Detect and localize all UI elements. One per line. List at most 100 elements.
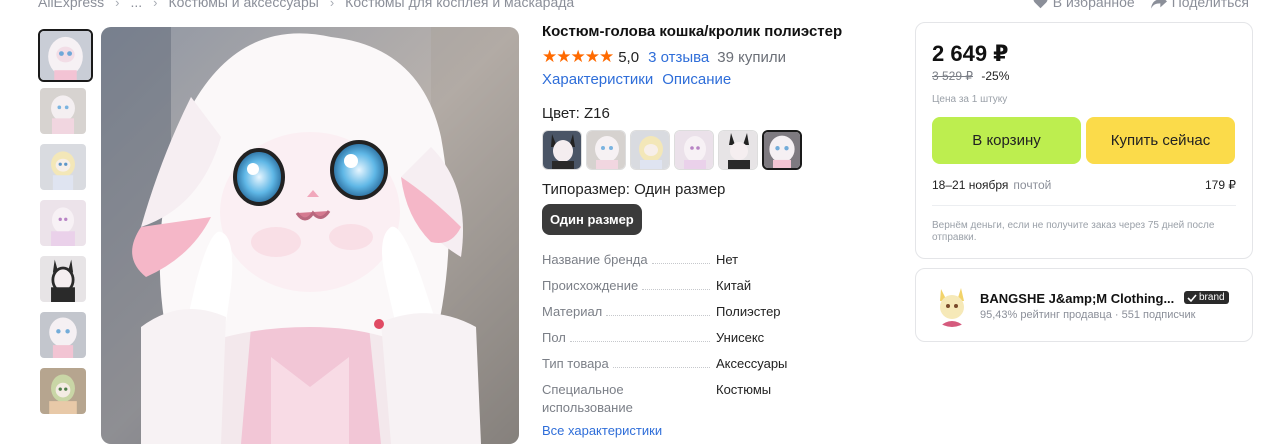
color-swatch[interactable] <box>674 130 714 170</box>
color-swatch[interactable] <box>542 130 582 170</box>
product-thumbnail-image <box>40 200 86 246</box>
spec-row: Пол Унисекс <box>542 329 812 347</box>
seller-name: BANGSHE J&amp;M Clothing... <box>980 291 1175 306</box>
product-thumbnail-image <box>40 31 91 80</box>
spec-row: Специальное использование Костюмы <box>542 381 812 417</box>
product-thumbnail-image <box>40 368 86 414</box>
top-actions: В избранное Поделиться <box>1017 0 1249 10</box>
product-thumbnail-image <box>40 312 86 358</box>
dotted-leader <box>642 277 710 290</box>
buy-now-button[interactable]: Купить сейчас <box>1086 117 1235 164</box>
chevron-right-icon: › <box>153 0 158 10</box>
swatch-image <box>543 131 581 169</box>
thumbnail-3[interactable] <box>38 142 88 192</box>
seller-meta: 95,43% рейтинг продавца · 551 подписчик <box>980 309 1196 321</box>
rating-row: ★★★★★ 5,0 3 отзыва 39 купили <box>542 46 892 68</box>
old-price: 3 529 ₽ <box>932 69 973 83</box>
seller-avatar <box>931 285 973 327</box>
spec-value: Костюмы <box>716 382 772 397</box>
share-button[interactable]: Поделиться <box>1150 0 1249 10</box>
favorite-button[interactable]: В избранное <box>1033 0 1135 10</box>
delivery-row: 18–21 ноября почтой 179 ₽ <box>932 178 1236 192</box>
thumbnail-4[interactable] <box>38 198 88 248</box>
dotted-leader <box>569 329 710 342</box>
breadcrumb-item[interactable]: ... <box>130 0 142 10</box>
spec-value: Китай <box>716 278 752 293</box>
product-thumbnail-image <box>40 88 86 134</box>
section-links: Характеристики Описание <box>542 71 892 88</box>
favorite-label: В избранное <box>1052 0 1135 10</box>
color-swatch-selected[interactable] <box>762 130 802 170</box>
thumbnail-2[interactable] <box>38 86 88 136</box>
swatch-image <box>719 131 757 169</box>
main-product-image[interactable] <box>101 27 519 444</box>
spec-key: Специальное использование <box>542 382 633 415</box>
divider <box>932 205 1236 206</box>
spec-key: Название бренда <box>542 252 648 267</box>
unit-note: Цена за 1 штуку <box>932 94 1008 105</box>
dotted-leader <box>651 251 710 264</box>
description-link[interactable]: Описание <box>662 71 731 88</box>
refund-note: Вернём деньги, если не получите заказ че… <box>932 220 1215 243</box>
spec-key: Происхождение <box>542 278 639 293</box>
reviews-link[interactable]: 3 отзыва <box>648 49 709 66</box>
color-label: Цвет: Z16 <box>542 105 610 122</box>
thumbnail-5[interactable] <box>38 254 88 304</box>
dotted-leader <box>612 355 710 368</box>
thumbnail-7[interactable] <box>38 366 88 416</box>
chevron-right-icon: › <box>115 0 120 10</box>
color-swatch[interactable] <box>586 130 626 170</box>
star-rating-icon: ★★★★★ <box>542 47 614 66</box>
thumbnail-6[interactable] <box>38 310 88 360</box>
spec-key: Тип товара <box>542 356 609 371</box>
rating-value: 5,0 <box>618 48 640 66</box>
dotted-leader <box>606 303 710 316</box>
delivery-date: 18–21 ноября <box>932 178 1009 192</box>
breadcrumb-item[interactable]: AliExpress <box>38 0 104 10</box>
color-swatch[interactable] <box>630 130 670 170</box>
size-label: Типоразмер: Один размер <box>542 181 726 198</box>
price: 2 649 ₽ <box>932 41 1009 66</box>
top-bar: AliExpress › ... › Костюмы и аксессуары … <box>0 0 1283 16</box>
bought-count: 39 купили <box>717 48 786 66</box>
product-photo <box>101 27 519 444</box>
color-swatches <box>542 130 892 170</box>
chevron-right-icon: › <box>329 0 335 10</box>
share-icon <box>1150 0 1167 9</box>
color-swatch[interactable] <box>718 130 758 170</box>
seller-card[interactable]: BANGSHE J&amp;M Clothing... brand 95,43%… <box>915 268 1253 342</box>
product-info: Костюм-голова кошка/кролик полиэстер ★★★… <box>542 22 892 438</box>
spec-key: Пол <box>542 330 566 345</box>
specs-link[interactable]: Характеристики <box>542 71 653 88</box>
product-title: Костюм-голова кошка/кролик полиэстер <box>542 23 843 40</box>
spec-value: Аксессуары <box>716 356 788 371</box>
swatch-image <box>631 131 669 169</box>
spec-row: Материал Полиэстер <box>542 303 812 321</box>
check-icon <box>1187 293 1197 302</box>
add-to-cart-button[interactable]: В корзину <box>932 117 1081 164</box>
delivery-price: 179 ₽ <box>1205 178 1236 192</box>
brand-badge: brand <box>1184 291 1229 304</box>
thumbnail-1[interactable] <box>38 29 93 82</box>
product-thumbnail-image <box>40 144 86 190</box>
brand-badge-label: brand <box>1199 292 1225 303</box>
swatch-image <box>764 132 800 168</box>
thumbnail-strip <box>38 29 93 422</box>
all-specs-link[interactable]: Все характеристики <box>542 423 892 438</box>
discount-badge: -25% <box>981 69 1010 83</box>
share-label: Поделиться <box>1171 0 1249 10</box>
seller-logo-image <box>931 285 973 327</box>
swatch-image <box>587 131 625 169</box>
delivery-method: почтой <box>1013 178 1052 192</box>
spec-value: Полиэстер <box>716 304 781 319</box>
old-price-row: 3 529 ₽ -25% <box>932 69 1009 83</box>
specs-list: Название бренда Нет Происхождение Китай … <box>542 251 812 417</box>
breadcrumb: AliExpress › ... › Костюмы и аксессуары … <box>38 0 574 10</box>
spec-row: Название бренда Нет <box>542 251 812 269</box>
spec-value: Унисекс <box>716 330 765 345</box>
breadcrumb-item[interactable]: Костюмы и аксессуары <box>169 0 319 10</box>
size-option-button[interactable]: Один размер <box>542 204 642 235</box>
breadcrumb-item[interactable]: Костюмы для косплея и маскарада <box>345 0 574 10</box>
spec-row: Тип товара Аксессуары <box>542 355 812 373</box>
spec-row: Происхождение Китай <box>542 277 812 295</box>
